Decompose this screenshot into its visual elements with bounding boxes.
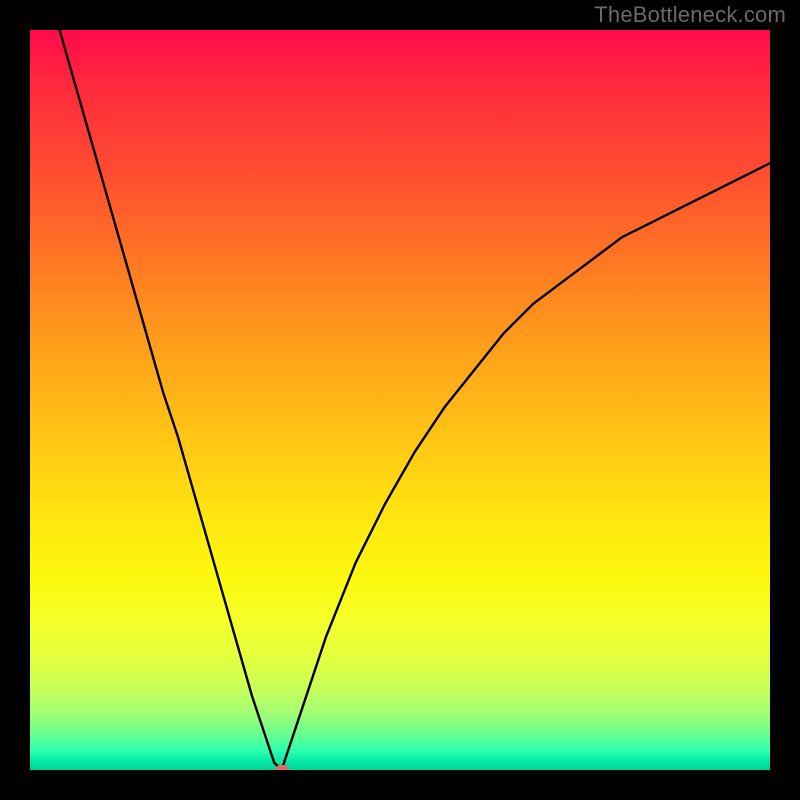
plot-area: [30, 30, 770, 770]
chart-frame: TheBottleneck.com: [0, 0, 800, 800]
watermark-text: TheBottleneck.com: [594, 2, 786, 28]
bottleneck-curve: [30, 30, 770, 770]
optimum-marker: [275, 765, 289, 770]
